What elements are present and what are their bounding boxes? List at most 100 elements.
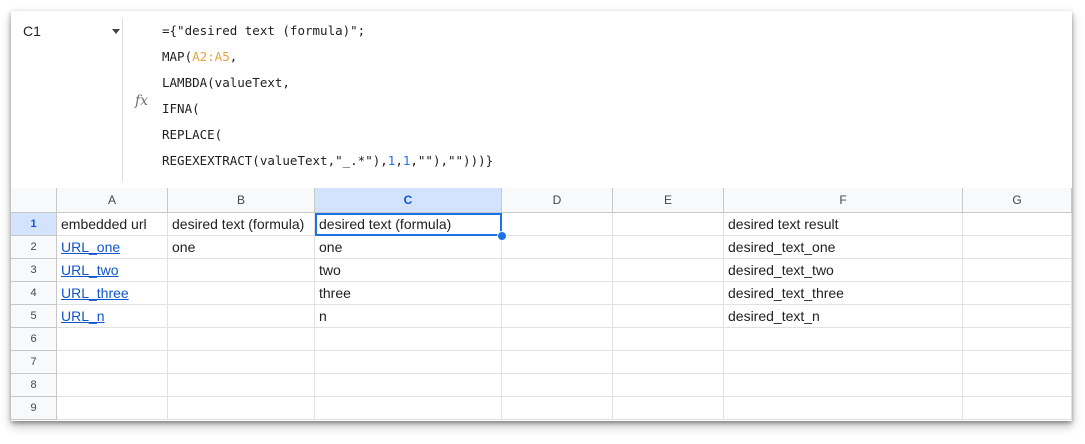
cell-d8[interactable] (502, 374, 613, 397)
cell-c7[interactable] (315, 351, 502, 374)
cell-g8[interactable] (963, 374, 1072, 397)
cell-b7[interactable] (168, 351, 315, 374)
cell-e2[interactable] (613, 236, 724, 259)
cell-d5[interactable] (502, 305, 613, 328)
formula-token: REPLACE( (162, 127, 223, 142)
cell-d3[interactable] (502, 259, 613, 282)
cell-e8[interactable] (613, 374, 724, 397)
row-header-2[interactable]: 2 (11, 236, 57, 259)
cell-d1[interactable] (502, 213, 613, 236)
formula-token: MAP( (162, 49, 193, 64)
name-box-ref: C1 (23, 23, 41, 39)
formula-token: REGEXEXTRACT(valueText,"_.*"), (162, 153, 388, 168)
cell-a9[interactable] (57, 397, 168, 420)
cell-d4[interactable] (502, 282, 613, 305)
cell-d7[interactable] (502, 351, 613, 374)
cell-b6[interactable] (168, 328, 315, 351)
cell-b2[interactable]: one (168, 236, 315, 259)
cell-e3[interactable] (613, 259, 724, 282)
cell-a5[interactable]: URL_n (57, 305, 168, 328)
column-header-b[interactable]: B (168, 188, 315, 213)
cell-d9[interactable] (502, 397, 613, 420)
cell-c1[interactable]: desired text (formula) (315, 213, 502, 236)
cell-e1[interactable] (613, 213, 724, 236)
formula-line: ={"desired text (formula)"; (162, 23, 493, 49)
cell-f3[interactable]: desired_text_two (724, 259, 963, 282)
cell-c9[interactable] (315, 397, 502, 420)
row-header-1[interactable]: 1 (11, 213, 57, 236)
cell-g3[interactable] (963, 259, 1072, 282)
formula-token: IFNA( (162, 101, 200, 116)
cell-f8[interactable] (724, 374, 963, 397)
column-header-c[interactable]: C (315, 188, 502, 213)
column-header-d[interactable]: D (502, 188, 613, 213)
cell-e7[interactable] (613, 351, 724, 374)
cell-f5[interactable]: desired_text_n (724, 305, 963, 328)
column-header-g[interactable]: G (963, 188, 1072, 213)
column-header-a[interactable]: A (57, 188, 168, 213)
cell-b3[interactable] (168, 259, 315, 282)
fx-icon: fx (135, 93, 149, 109)
cell-b1[interactable]: desired text (formula) (168, 213, 315, 236)
cell-f2[interactable]: desired_text_one (724, 236, 963, 259)
cell-g2[interactable] (963, 236, 1072, 259)
formula-token: ,""),"")))} (410, 153, 494, 168)
cell-c3[interactable]: two (315, 259, 502, 282)
cell-g1[interactable] (963, 213, 1072, 236)
row-header-8[interactable]: 8 (11, 374, 57, 397)
formula-token: , (229, 49, 238, 64)
formula-line: REGEXEXTRACT(valueText,"_.*"),1,1,""),""… (162, 153, 493, 179)
cell-a4[interactable]: URL_three (57, 282, 168, 305)
cell-c2[interactable]: one (315, 236, 502, 259)
sheet-grid: A B C D E F G 1 embedded url desired text (formul… (11, 188, 1072, 421)
select-all-corner[interactable] (11, 188, 57, 213)
cell-a2[interactable]: URL_one (57, 236, 168, 259)
cell-e9[interactable] (613, 397, 724, 420)
column-header-e[interactable]: E (613, 188, 724, 213)
cell-b8[interactable] (168, 374, 315, 397)
cell-c5[interactable]: n (315, 305, 502, 328)
cell-d6[interactable] (502, 328, 613, 351)
cell-f7[interactable] (724, 351, 963, 374)
row-header-6[interactable]: 6 (11, 328, 57, 351)
row-header-9[interactable]: 9 (11, 397, 57, 420)
row-header-5[interactable]: 5 (11, 305, 57, 328)
cell-b4[interactable] (168, 282, 315, 305)
formula-line: IFNA( (162, 101, 493, 127)
cell-g9[interactable] (963, 397, 1072, 420)
formula-line: LAMBDA(valueText, (162, 75, 493, 101)
cell-b9[interactable] (168, 397, 315, 420)
spreadsheet-window: C1 fx ={"desired text (formula)"; MAP(A2:… (11, 11, 1072, 421)
cell-e4[interactable] (613, 282, 724, 305)
cell-c6[interactable] (315, 328, 502, 351)
row-header-7[interactable]: 7 (11, 351, 57, 374)
row-header-3[interactable]: 3 (11, 259, 57, 282)
cell-f4[interactable]: desired_text_three (724, 282, 963, 305)
formula-bar: C1 fx ={"desired text (formula)"; MAP(A2:… (11, 11, 1072, 189)
cell-g6[interactable] (963, 328, 1072, 351)
name-box[interactable]: C1 (23, 23, 120, 43)
cell-e6[interactable] (613, 328, 724, 351)
cell-a7[interactable] (57, 351, 168, 374)
row-header-4[interactable]: 4 (11, 282, 57, 305)
cell-f1[interactable]: desired text result (724, 213, 963, 236)
column-header-f[interactable]: F (724, 188, 963, 213)
cell-f9[interactable] (724, 397, 963, 420)
cell-a8[interactable] (57, 374, 168, 397)
cell-b5[interactable] (168, 305, 315, 328)
cell-g7[interactable] (963, 351, 1072, 374)
fill-handle[interactable] (497, 231, 507, 241)
cell-c8[interactable] (315, 374, 502, 397)
formula-input[interactable]: ={"desired text (formula)"; MAP(A2:A5, LAM… (162, 23, 493, 179)
chevron-down-icon[interactable] (112, 29, 120, 34)
cell-c4[interactable]: three (315, 282, 502, 305)
cell-a1[interactable]: embedded url (57, 213, 168, 236)
cell-d2[interactable] (502, 236, 613, 259)
cell-e5[interactable] (613, 305, 724, 328)
formula-line: MAP(A2:A5, (162, 49, 493, 75)
cell-a6[interactable] (57, 328, 168, 351)
cell-a3[interactable]: URL_two (57, 259, 168, 282)
cell-f6[interactable] (724, 328, 963, 351)
cell-g5[interactable] (963, 305, 1072, 328)
cell-g4[interactable] (963, 282, 1072, 305)
